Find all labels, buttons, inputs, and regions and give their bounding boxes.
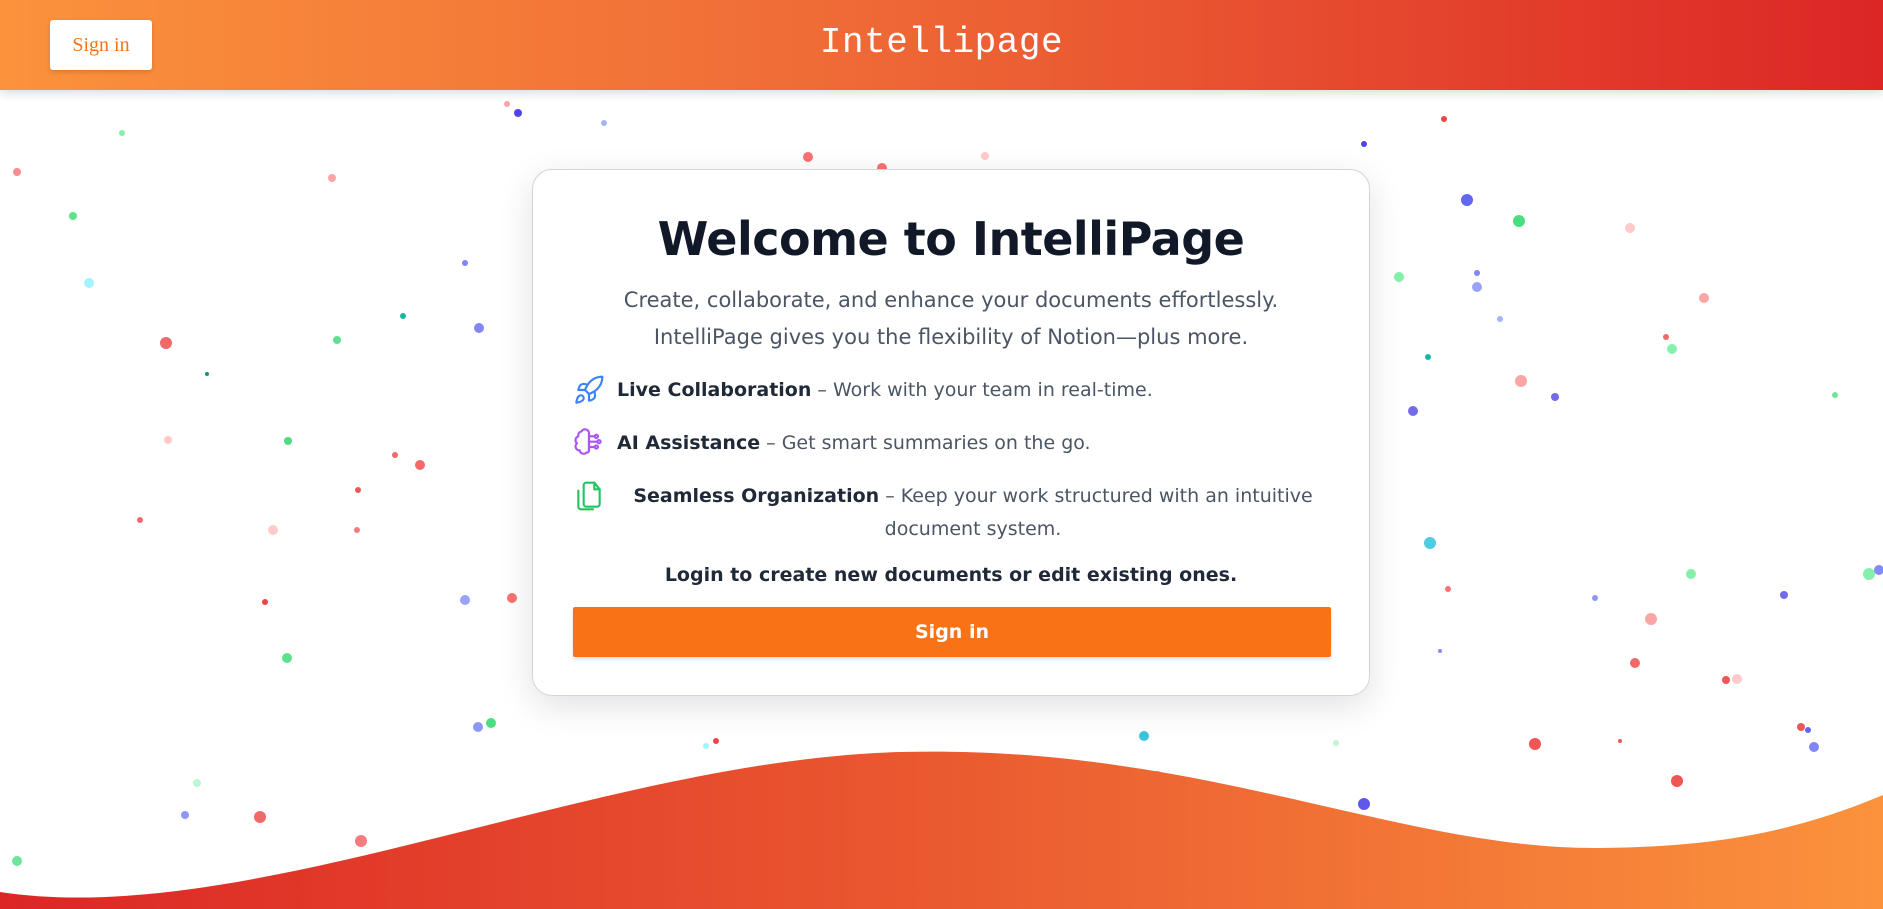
welcome-heading: Welcome to IntelliPage: [657, 212, 1245, 266]
confetti-dot: [1472, 282, 1482, 292]
confetti-dot: [462, 260, 468, 266]
confetti-dot: [13, 168, 21, 176]
confetti-dot: [1686, 569, 1696, 579]
confetti-dot: [400, 313, 406, 319]
welcome-card: Welcome to IntelliPage Create, collabora…: [532, 169, 1370, 696]
confetti-dot: [1780, 591, 1788, 599]
brand-title: Intellipage: [819, 22, 1064, 63]
confetti-dot: [1832, 392, 1838, 398]
confetti-dot: [119, 130, 125, 136]
feature-ai-assistance: AI Assistance – Get smart summaries on t…: [573, 427, 1329, 460]
confetti-dot: [205, 372, 209, 376]
feature-name: Live Collaboration: [617, 379, 812, 401]
documents-icon: [577, 481, 601, 511]
confetti-dot: [1551, 393, 1559, 401]
feature-description: – Work with your team in real-time.: [811, 379, 1153, 401]
confetti-dot: [1424, 537, 1436, 549]
confetti-dot: [1438, 649, 1442, 653]
confetti-dot: [601, 120, 607, 126]
confetti-dot: [268, 525, 278, 535]
confetti-dot: [328, 174, 336, 182]
feature-description: – Keep your work structured with an intu…: [879, 485, 1313, 540]
confetti-dot: [803, 152, 813, 162]
confetti-dot: [282, 653, 292, 663]
confetti-dot: [1515, 375, 1527, 387]
confetti-dot: [284, 437, 292, 445]
confetti-dot: [69, 212, 77, 220]
confetti-dot: [507, 593, 517, 603]
rocket-icon: [575, 375, 604, 404]
confetti-dot: [164, 436, 172, 444]
confetti-dot: [84, 278, 94, 288]
confetti-dot: [981, 152, 989, 160]
confetti-dot: [333, 336, 341, 344]
feature-seamless-organization: Seamless Organization – Keep your work s…: [573, 480, 1329, 546]
feature-name: AI Assistance: [617, 432, 761, 454]
confetti-dot: [1699, 293, 1709, 303]
welcome-subtitle: Create, collaborate, and enhance your do…: [623, 288, 1279, 349]
confetti-dot: [160, 337, 172, 349]
confetti-dot: [355, 487, 361, 493]
confetti-dot: [1497, 316, 1503, 322]
feature-live-collaboration: Live Collaboration – Work with your team…: [573, 374, 1329, 407]
confetti-dot: [486, 718, 496, 728]
confetti-dot: [392, 452, 398, 458]
confetti-dot: [354, 527, 360, 533]
confetti-dot: [1474, 270, 1480, 276]
confetti-dot: [1461, 194, 1473, 206]
confetti-dot: [514, 109, 522, 117]
top-navigation-bar: Sign in Intellipage: [0, 0, 1883, 90]
login-prompt-text: Login to create new documents or edit ex…: [664, 564, 1238, 586]
feature-description: – Get smart summaries on the go.: [760, 432, 1091, 454]
feature-text: Seamless Organization – Keep your work s…: [617, 480, 1329, 546]
confetti-dot: [262, 599, 268, 605]
confetti-dot: [1445, 586, 1451, 592]
confetti-dot: [1863, 568, 1875, 580]
confetti-dot: [1645, 613, 1657, 625]
confetti-dot: [474, 323, 484, 333]
brain-icon: [574, 428, 602, 455]
confetti-dot: [1625, 223, 1635, 233]
confetti-dot: [1408, 406, 1418, 416]
confetti-dot: [1394, 272, 1404, 282]
feature-name: Seamless Organization: [633, 485, 880, 507]
confetti-dot: [504, 101, 510, 107]
confetti-dot: [460, 595, 470, 605]
confetti-dot: [1732, 674, 1742, 684]
confetti-dot: [1441, 116, 1447, 122]
confetti-dot: [1663, 334, 1669, 340]
confetti-dot: [1592, 595, 1598, 601]
confetti-dot: [1361, 141, 1367, 147]
confetti-dot: [1667, 344, 1677, 354]
main-sign-in-button[interactable]: Sign in: [573, 607, 1331, 657]
confetti-dot: [415, 460, 425, 470]
feature-text: Live Collaboration – Work with your team…: [617, 374, 1153, 407]
confetti-dot: [137, 517, 143, 523]
bottom-wave-decoration: [0, 751, 1883, 909]
confetti-dot: [1425, 354, 1431, 360]
confetti-dot: [1513, 215, 1525, 227]
confetti-dot: [1874, 565, 1883, 575]
feature-text: AI Assistance – Get smart summaries on t…: [617, 427, 1091, 460]
confetti-dot: [1722, 676, 1730, 684]
confetti-dot: [1630, 658, 1640, 668]
